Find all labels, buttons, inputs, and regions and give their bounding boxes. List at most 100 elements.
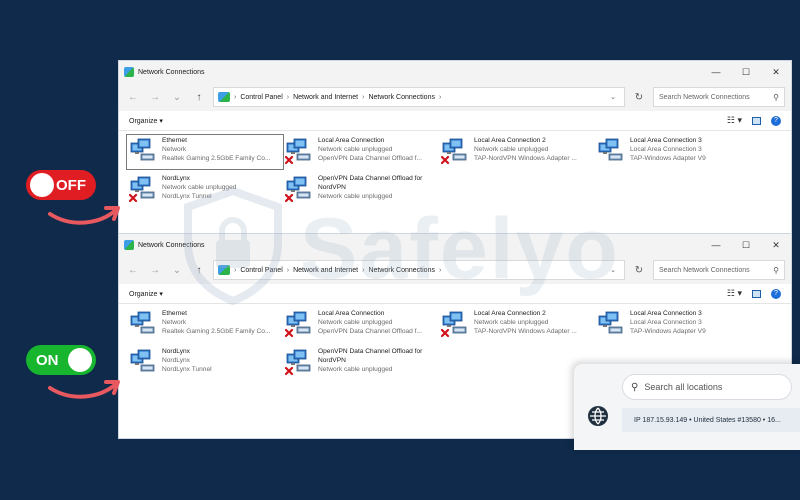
preview-pane-icon[interactable] bbox=[752, 289, 761, 298]
window-title: Network Connections bbox=[138, 241, 205, 249]
connection-adapter: TAP-NordVPN Windows Adapter ... bbox=[474, 154, 577, 162]
vpn-location-search-input[interactable]: ⚲ Search all locations bbox=[622, 374, 792, 400]
organize-label: Organize bbox=[129, 117, 158, 125]
connection-text: Local Area Connection 3 Local Area Conne… bbox=[630, 310, 706, 336]
connection-item[interactable]: Local Area Connection 3 Local Area Conne… bbox=[595, 308, 751, 342]
connection-text: NordLynx NordLynx NordLynx Tunnel bbox=[162, 348, 212, 374]
command-bar: Organize ▾ ☷ ▾ ? bbox=[119, 284, 791, 304]
refresh-icon[interactable]: ↻ bbox=[631, 92, 647, 103]
breadcrumb-control-panel[interactable]: Control Panel bbox=[240, 94, 282, 101]
connection-text: Local Area Connection 2 Network cable un… bbox=[474, 310, 577, 336]
chevron-right-icon: › bbox=[234, 266, 237, 274]
search-input[interactable]: Search Network Connections ⚲ bbox=[653, 260, 785, 280]
connection-name: OpenVPN Data Channel Offload for NordVPN bbox=[318, 175, 423, 191]
connection-status: Network cable unplugged bbox=[318, 192, 393, 200]
globe-icon[interactable] bbox=[588, 406, 608, 426]
minimize-icon[interactable]: — bbox=[701, 67, 731, 78]
back-arrow-icon[interactable]: ← bbox=[125, 265, 141, 276]
network-connections-app-icon bbox=[124, 67, 134, 77]
connection-status: Network cable unplugged bbox=[162, 183, 237, 191]
connection-status: Local Area Connection 3 bbox=[630, 145, 702, 153]
connection-item[interactable]: Local Area Connection Network cable unpl… bbox=[283, 308, 439, 342]
forward-arrow-icon[interactable]: → bbox=[147, 92, 163, 103]
address-bar[interactable]: › Control Panel › Network and Internet ›… bbox=[213, 87, 625, 107]
connection-adapter: TAP-Windows Adapter V9 bbox=[630, 327, 706, 335]
breadcrumb-control-panel[interactable]: Control Panel bbox=[240, 267, 282, 274]
connection-status: NordLynx bbox=[162, 356, 190, 364]
connection-status: Network cable unplugged bbox=[474, 145, 549, 153]
view-options-icon[interactable]: ☷ ▾ bbox=[727, 288, 742, 299]
minimize-icon[interactable]: — bbox=[701, 240, 731, 251]
forward-arrow-icon[interactable]: → bbox=[147, 265, 163, 276]
recent-chevron-icon[interactable]: ⌄ bbox=[169, 265, 185, 276]
connection-item[interactable]: Ethernet Network Realtek Gaming 2.5GbE F… bbox=[127, 308, 283, 342]
organize-button[interactable]: Organize ▾ bbox=[129, 117, 727, 125]
connection-item[interactable]: Local Area Connection 3 Local Area Conne… bbox=[595, 135, 751, 169]
network-adapter-icon bbox=[598, 138, 623, 161]
maximize-icon[interactable]: ☐ bbox=[731, 240, 761, 251]
connection-adapter: OpenVPN Data Channel Offload f... bbox=[318, 327, 422, 335]
connection-item[interactable]: OpenVPN Data Channel Offload for NordVPN… bbox=[283, 346, 439, 380]
network-adapter-icon bbox=[598, 311, 623, 334]
chevron-right-icon: › bbox=[286, 93, 290, 101]
network-connections-window-off: Network Connections — ☐ ✕ ← → ⌄ ↑ › Cont… bbox=[118, 60, 792, 236]
refresh-icon[interactable]: ↻ bbox=[631, 265, 647, 276]
connection-name: Local Area Connection 2 bbox=[474, 137, 546, 144]
connection-item[interactable]: Local Area Connection 2 Network cable un… bbox=[439, 308, 595, 342]
network-adapter-icon bbox=[285, 176, 311, 203]
organize-label: Organize bbox=[129, 290, 158, 298]
preview-pane-icon[interactable] bbox=[752, 116, 761, 125]
chevron-down-icon[interactable]: ⌄ bbox=[606, 266, 620, 274]
search-input[interactable]: Search Network Connections ⚲ bbox=[653, 87, 785, 107]
network-adapter-icon bbox=[285, 349, 311, 376]
address-bar[interactable]: › Control Panel › Network and Internet ›… bbox=[213, 260, 625, 280]
connection-status: Network cable unplugged bbox=[318, 318, 393, 326]
help-icon[interactable]: ? bbox=[771, 115, 781, 126]
connection-status: Network bbox=[162, 145, 187, 153]
vpn-toggle-on: ON bbox=[26, 345, 96, 375]
connection-text: NordLynx Network cable unplugged NordLyn… bbox=[162, 175, 236, 201]
close-icon[interactable]: ✕ bbox=[761, 67, 791, 78]
connection-adapter: NordLynx Tunnel bbox=[162, 365, 212, 373]
connection-name: OpenVPN Data Channel Offload for NordVPN bbox=[318, 348, 423, 364]
connection-item[interactable]: Ethernet Network Realtek Gaming 2.5GbE F… bbox=[126, 134, 284, 170]
breadcrumb-network-internet[interactable]: Network and Internet bbox=[293, 267, 358, 274]
up-arrow-icon[interactable]: ↑ bbox=[191, 92, 207, 103]
network-adapter-icon bbox=[129, 176, 155, 203]
organize-button[interactable]: Organize ▾ bbox=[129, 290, 727, 298]
view-options-icon[interactable]: ☷ ▾ bbox=[727, 115, 742, 126]
connection-text: Ethernet Network Realtek Gaming 2.5GbE F… bbox=[162, 137, 270, 163]
connection-item[interactable]: Local Area Connection Network cable unpl… bbox=[283, 135, 439, 169]
connection-name: Local Area Connection bbox=[318, 137, 385, 144]
toggle-knob bbox=[68, 348, 92, 372]
connection-text: OpenVPN Data Channel Offload for NordVPN… bbox=[318, 348, 437, 374]
breadcrumb-network-connections[interactable]: Network Connections bbox=[368, 94, 435, 101]
up-arrow-icon[interactable]: ↑ bbox=[191, 265, 207, 276]
vpn-search-placeholder: Search all locations bbox=[644, 382, 723, 392]
connection-text: Local Area Connection 3 Local Area Conne… bbox=[630, 137, 706, 163]
connection-item[interactable]: Local Area Connection 2 Network cable un… bbox=[439, 135, 595, 169]
chevron-right-icon: › bbox=[234, 93, 237, 101]
connection-status: Local Area Connection 3 bbox=[630, 318, 702, 326]
chevron-right-icon: › bbox=[362, 93, 365, 101]
breadcrumb-network-internet[interactable]: Network and Internet bbox=[293, 94, 358, 101]
chevron-down-icon[interactable]: ⌄ bbox=[606, 93, 620, 101]
connection-adapter: Realtek Gaming 2.5GbE Family Co... bbox=[162, 154, 271, 162]
connection-item[interactable]: OpenVPN Data Channel Offload for NordVPN… bbox=[283, 173, 439, 207]
search-placeholder: Search Network Connections bbox=[659, 93, 750, 101]
connection-item[interactable]: NordLynx NordLynx NordLynx Tunnel bbox=[127, 346, 283, 380]
close-icon[interactable]: ✕ bbox=[761, 240, 791, 251]
connection-adapter: OpenVPN Data Channel Offload f... bbox=[318, 154, 422, 162]
connection-name: Ethernet bbox=[162, 137, 187, 144]
connection-name: Local Area Connection 3 bbox=[630, 137, 702, 144]
back-arrow-icon[interactable]: ← bbox=[125, 92, 141, 103]
breadcrumb-network-connections[interactable]: Network Connections bbox=[368, 267, 435, 274]
help-icon[interactable]: ? bbox=[771, 288, 781, 299]
maximize-icon[interactable]: ☐ bbox=[731, 67, 761, 78]
connection-item[interactable]: NordLynx Network cable unplugged NordLyn… bbox=[127, 173, 283, 207]
recent-chevron-icon[interactable]: ⌄ bbox=[169, 92, 185, 103]
connection-name: Local Area Connection bbox=[318, 310, 385, 317]
chevron-right-icon: › bbox=[362, 266, 365, 274]
connection-adapter: TAP-Windows Adapter V9 bbox=[630, 154, 706, 162]
network-adapter-icon bbox=[285, 311, 311, 338]
